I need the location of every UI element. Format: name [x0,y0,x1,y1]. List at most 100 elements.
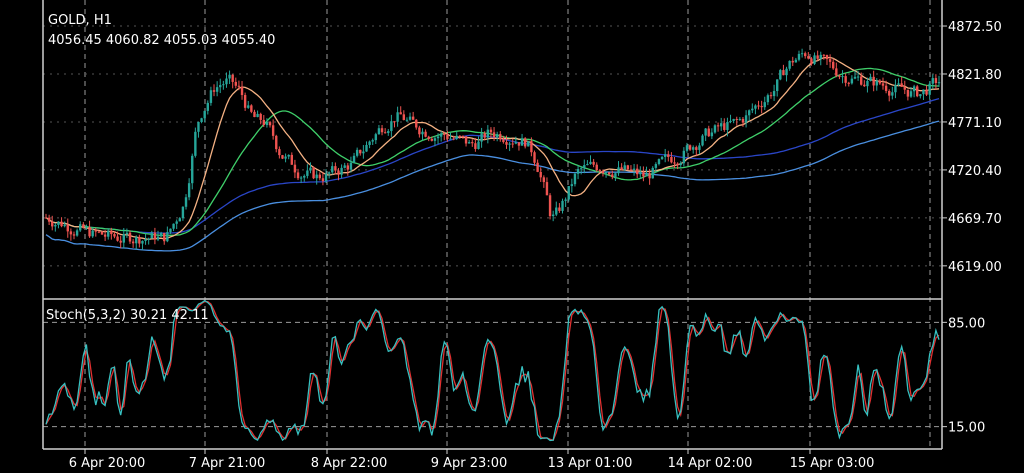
candle-body [97,231,101,233]
candle-body [94,230,97,232]
candle-body [474,143,477,149]
candle-body [362,151,365,154]
candle-body [844,76,847,83]
price-chart[interactable]: 4872.50 4821.80 4771.10 4720.40 4669.70 4619.… [0,0,1024,473]
candle-body [299,177,303,179]
candle-body [586,164,589,166]
candle-body [138,237,141,244]
candle-body [296,172,300,179]
candle-body [614,173,617,178]
candlesticks [44,48,941,251]
candle-body [719,123,723,127]
candle-body [85,226,88,228]
candle-body [430,138,434,141]
candle-body [334,166,337,171]
candle-body [691,147,695,150]
candle-body [396,112,399,122]
price-tick-label: 4669.70 [948,212,1002,227]
candle-body [424,131,427,137]
candle-body [517,142,521,146]
candle-body [645,173,648,177]
candle-body [184,197,188,207]
candle-body [925,89,928,95]
candle-body [477,141,480,149]
candle-body [312,167,315,179]
candle-body [667,154,670,157]
candle-body [576,169,580,174]
candle-body [116,236,119,241]
candle-body [150,232,153,239]
candle-body [141,240,144,244]
candle-body [766,95,770,103]
candle-body [268,122,272,126]
candle-body [536,162,539,172]
candle-body [153,232,157,240]
candle-body [166,232,169,242]
candle-body [290,154,294,165]
candle-body [374,134,378,141]
candle-body [747,110,751,116]
candle-body [340,167,343,175]
candle-body [315,174,318,179]
candle-body [355,149,359,156]
candle-body [234,81,238,86]
candle-body [443,133,446,135]
candle-body [144,239,147,241]
candle-body [175,221,178,224]
candle-body [324,173,328,182]
candle-body [813,55,816,64]
candle-body [262,119,266,125]
candle-body [100,231,104,235]
candle-body [275,135,278,150]
candle-body [390,121,393,132]
candle-body [321,178,325,182]
candle-body [754,105,757,109]
candle-body [682,150,686,164]
candle-body [626,165,630,170]
candle-body [464,136,468,144]
candle-body [455,135,458,139]
candle-body [651,167,654,179]
candle-body [411,116,415,120]
stoch-tick-label: 15.00 [948,421,985,436]
candle-body [551,214,555,217]
price-tick-label: 4720.40 [948,164,1002,179]
candle-body [380,128,384,133]
candle-body [688,145,692,150]
candle-body [573,173,577,185]
candle-body [888,90,891,96]
candle-body [209,90,213,103]
candle-body [436,136,440,139]
candle-body [592,161,595,165]
candle-body [293,164,297,173]
candle-body [82,224,85,228]
candle-body [402,114,406,120]
candle-body [934,78,938,84]
candle-body [219,85,222,88]
candle-body [405,119,409,121]
candle-body [607,172,611,175]
candle-body [505,142,508,145]
candle-body [523,138,527,147]
candle-body [103,234,107,237]
candle-body [418,127,421,135]
candle-body [511,143,514,145]
candle-body [533,152,536,163]
candle-body [807,56,810,59]
candle-body [884,85,888,91]
candle-body [738,118,742,120]
candle-body [701,135,704,146]
candle-body [281,155,284,159]
candle-body [589,161,592,165]
candle-body [620,167,623,170]
candle-body [383,132,387,134]
candle-body [800,53,804,55]
candle-body [461,135,465,137]
candle-body [57,221,60,226]
candle-body [303,175,306,178]
candle-body [698,145,701,150]
candle-body [63,224,66,227]
candle-body [107,230,110,237]
candle-body [181,206,185,219]
candle-body [654,164,658,168]
